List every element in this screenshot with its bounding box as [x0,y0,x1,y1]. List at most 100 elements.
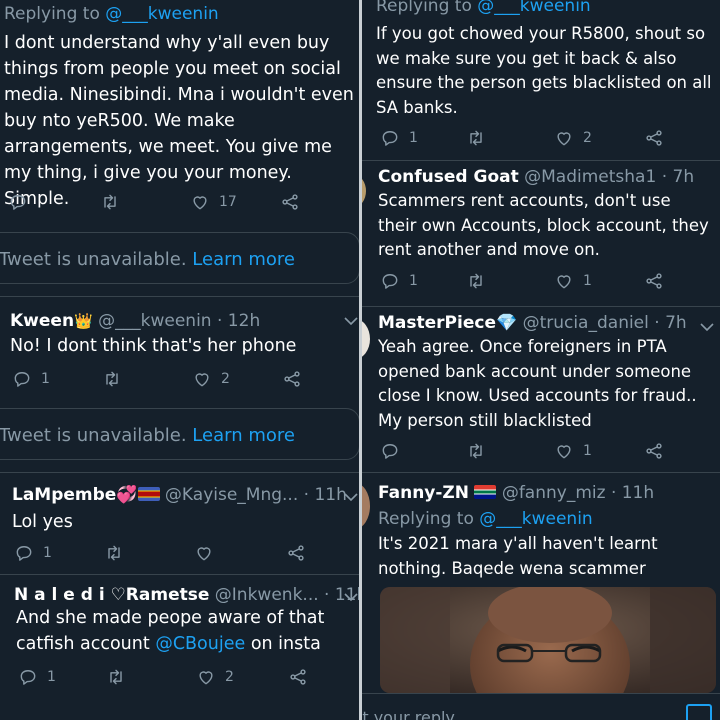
reply-button[interactable]: 1 [380,128,418,148]
like-icon [195,373,209,387]
like-button[interactable]: 1 [554,441,592,461]
like-icon [197,547,211,561]
display-name[interactable]: Confused Goat [378,167,519,187]
tweet-masterpiece[interactable]: MasterPiece💎 @trucia_daniel · 7h Yeah ag… [362,307,720,471]
reply-button[interactable] [8,192,28,212]
retweet-button[interactable] [106,667,126,687]
tweet-header: Kween👑 @___kweenin · 12h [10,311,260,331]
like-button[interactable]: 2 [192,369,230,389]
unavailable-text: Tweet is unavailable. [0,425,187,446]
reply-composer[interactable]: st your reply [362,693,720,720]
tweet-media-photo[interactable] [380,587,716,693]
display-name[interactable]: N a l e d i ♡Rametse [14,585,209,605]
retweet-button[interactable] [466,441,486,461]
reply-icon [382,444,398,459]
replying-to-handle[interactable]: @___kweenin [479,509,592,529]
retweet-button[interactable] [100,192,120,212]
user-handle[interactable]: @Madimetsha1 [524,167,656,187]
display-name[interactable]: MasterPiece [378,313,496,333]
display-name[interactable]: Fanny-ZN [378,483,469,503]
avatar[interactable] [362,483,370,529]
tweet-fanny-zn[interactable]: Fanny-ZN @fanny_miz · 11h Replying to @_… [362,473,720,693]
share-icon [646,273,662,289]
share-icon [646,130,662,146]
tweet-actions: 1 2 [12,369,312,391]
user-handle[interactable]: @Inkwenk... [215,585,319,605]
replying-to-handle[interactable]: @___kweenin [477,0,590,16]
like-button[interactable]: 17 [190,192,237,212]
timestamp: · 12h [217,311,261,331]
reply-composer-placeholder: st your reply [362,708,455,720]
tweet-text: Yeah agree. Once foreigners in PTA opene… [378,337,697,430]
tweet-header: N a l e d i ♡Rametse @Inkwenk... · 11h [14,585,360,605]
like-count: 2 [221,371,230,387]
tweet-unavailable-message: Tweet is unavailable. Learn more [0,425,295,446]
like-button[interactable]: 2 [196,667,234,687]
tweet-reply-1[interactable]: Replying to @___kweenin I dont understan… [0,0,360,224]
retweet-button[interactable] [466,128,486,148]
learn-more-link[interactable]: Learn more [192,425,295,446]
tweet-actions: 1 2 [380,128,680,150]
reply-button[interactable]: 1 [12,369,50,389]
crown-emoji-icon: 👑 [74,312,93,330]
retweet-button[interactable] [466,271,486,291]
share-button[interactable] [288,667,308,687]
display-name[interactable]: Kween [10,311,74,331]
share-button[interactable] [644,271,664,291]
reply-button[interactable]: 1 [380,271,418,291]
share-button[interactable] [280,192,300,212]
like-button[interactable] [194,543,214,563]
display-name[interactable]: LaMpembe [12,485,116,505]
replying-to-label: Replying to [376,0,472,16]
avatar[interactable] [362,175,366,207]
learn-more-link[interactable]: Learn more [192,249,295,270]
like-button[interactable]: 2 [554,128,592,148]
replying-to-label: Replying to [378,509,474,529]
tweet-kween[interactable]: Kween👑 @___kweenin · 12h No! I dont thin… [0,297,360,407]
avatar[interactable] [362,319,370,359]
tweet-text: It's 2021 mara y'all haven't learnt noth… [378,534,658,578]
retweet-icon [470,130,482,146]
replying-to: Replying to @___kweenin [4,4,219,24]
photo-content [380,587,716,693]
image-icon[interactable] [686,704,712,720]
tweet-text: If you got chowed your R5800, shout so w… [376,24,712,117]
user-handle[interactable]: @trucia_daniel [523,313,649,333]
tweet-menu-button[interactable] [344,311,358,326]
reply-button[interactable] [380,441,400,461]
share-icon [284,371,300,387]
tweet-lampembe[interactable]: LaMpembe💞 @Kayise_Mng... · 11h Lol yes 1 [0,473,360,573]
share-button[interactable] [286,543,306,563]
share-button[interactable] [644,128,664,148]
retweet-button[interactable] [102,369,122,389]
user-handle[interactable]: @Kayise_Mng... [165,485,298,505]
tweet-confused-goat[interactable]: Confused Goat @Madimetsha1 · 7h Scammers… [362,161,720,305]
retweet-icon [106,371,118,387]
reply-button[interactable]: 1 [18,667,56,687]
reply-button[interactable]: 1 [14,543,52,563]
user-handle[interactable]: @fanny_miz [502,483,606,503]
retweet-icon [470,443,482,459]
share-button[interactable] [282,369,302,389]
like-count: 1 [583,443,592,459]
reply-icon [382,274,398,289]
tweet-actions: 1 [380,441,680,463]
tweet-menu-button[interactable] [344,587,358,602]
reply-icon [14,372,30,387]
retweet-button[interactable] [104,543,124,563]
south-africa-flag-icon [474,485,497,499]
user-handle[interactable]: @___kweenin [98,311,211,331]
tweet-naledi[interactable]: N a l e d i ♡Rametse @Inkwenk... · 11h A… [0,575,360,720]
tweet-reply-r5800[interactable]: Replying to @___kweenin If you got chowe… [362,0,720,160]
tweet-menu-button[interactable] [344,487,358,502]
mention-link[interactable]: @CBoujee [155,634,245,654]
replying-to-handle[interactable]: @___kweenin [105,4,218,24]
reply-count: 1 [41,371,50,387]
share-button[interactable] [644,441,664,461]
like-button[interactable]: 1 [554,271,592,291]
chevron-down-icon [344,593,358,602]
tweet-text: No! I dont think that's her phone [10,336,297,356]
tweet-menu-button[interactable] [700,317,714,332]
like-icon [193,196,207,210]
retweet-icon [470,273,482,289]
